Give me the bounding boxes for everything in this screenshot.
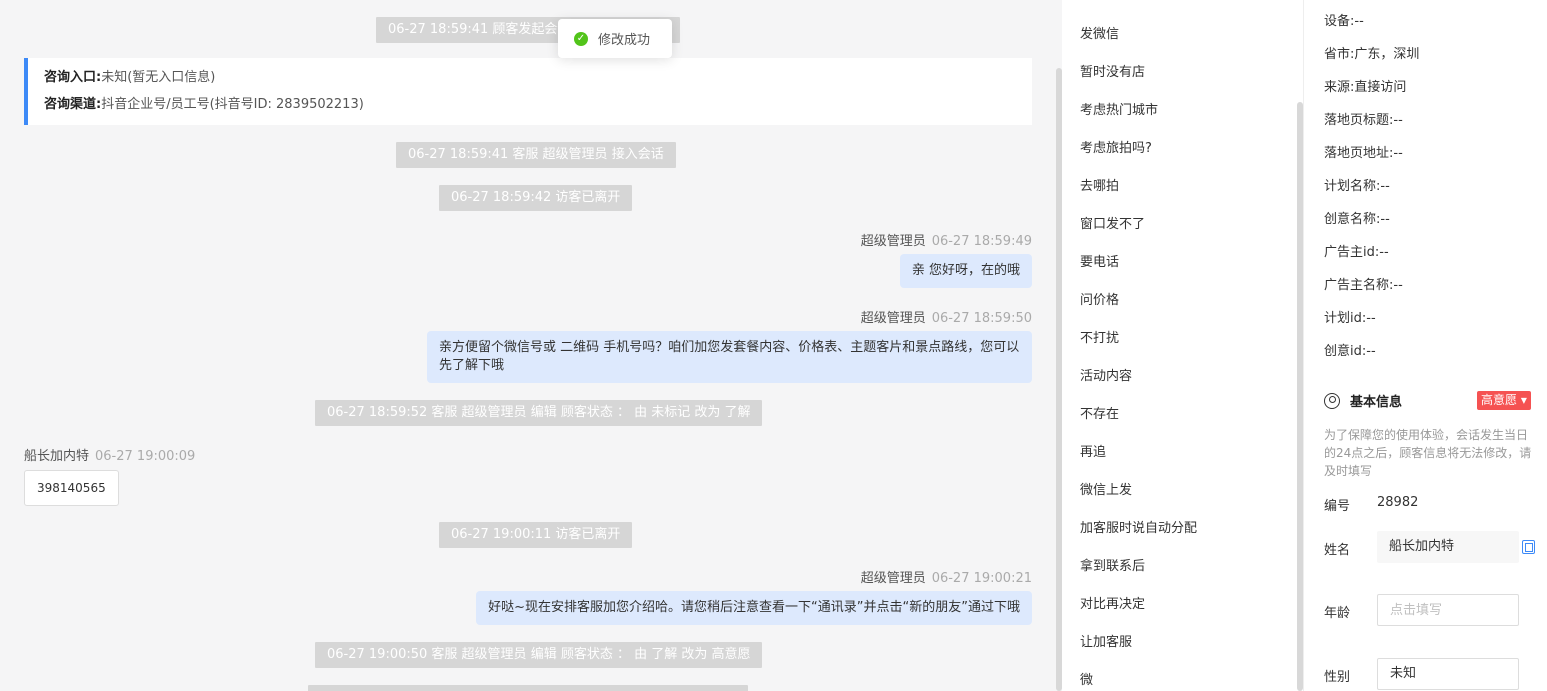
check-circle-icon: ✓	[574, 31, 588, 46]
info-value: --	[1393, 146, 1403, 161]
info-value: --	[1393, 278, 1403, 293]
quick-reply-item[interactable]: 不打扰	[1080, 327, 1119, 346]
quick-reply-item[interactable]: 加客服时说自动分配	[1080, 517, 1197, 536]
info-key: 落地页地址:	[1324, 146, 1394, 161]
sender-name: 超级管理员	[860, 234, 926, 249]
quick-reply-item[interactable]: 发微信	[1080, 23, 1119, 42]
info-row-landing-title: 落地页标题:--	[1324, 109, 1403, 128]
info-value: 广东，深圳	[1354, 47, 1420, 62]
info-value: --	[1366, 311, 1376, 326]
copy-icon[interactable]	[1522, 540, 1535, 554]
info-key: 来源:	[1324, 80, 1355, 95]
quick-reply-item[interactable]: 对比再决定	[1080, 593, 1145, 612]
system-message: 06-27 18:59:41 客服 超级管理员 接入会话	[396, 142, 676, 168]
quick-reply-item[interactable]: 考虑热门城市	[1080, 99, 1158, 118]
quick-reply-item[interactable]: 让加客服	[1080, 631, 1132, 650]
info-key: 创意id:	[1324, 344, 1367, 359]
message-meta: 超级管理员 06-27 18:59:49	[861, 230, 1032, 249]
info-value: 直接访问	[1354, 80, 1407, 95]
info-row-landing-url: 落地页地址:--	[1324, 142, 1403, 161]
system-message: 06-27 18:59:52 客服 超级管理员 编辑 顾客状态 ： 由 未标记 …	[315, 400, 763, 426]
message-meta: 超级管理员 06-27 19:00:21	[861, 567, 1032, 586]
basic-info-header: 基本信息	[1324, 391, 1402, 410]
info-value: --	[1366, 344, 1376, 359]
info-key: 广告主名称:	[1324, 278, 1394, 293]
quick-reply-item[interactable]: 再追	[1080, 441, 1106, 460]
quick-reply-item[interactable]: 活动内容	[1080, 365, 1132, 384]
quick-reply-item[interactable]: 问价格	[1080, 289, 1119, 308]
consult-entry-card: 咨询入口:未知(暂无入口信息) 咨询渠道:抖音企业号/员工号(抖音号ID: 28…	[24, 58, 1032, 125]
info-row-source: 来源:直接访问	[1324, 76, 1406, 95]
message-time: 06-27 19:00:09	[95, 449, 196, 464]
system-message-partial	[308, 685, 748, 691]
quick-reply-item[interactable]: 要电话	[1080, 251, 1119, 270]
info-key: 创意名称:	[1324, 212, 1381, 227]
agent-message-bubble: 好哒~现在安排客服加您介绍哈。请您稍后注意查看一下“通讯录”并点击“新的朋友”通…	[476, 591, 1032, 625]
system-message: 06-27 19:00:50 客服 超级管理员 编辑 顾客状态 ： 由 了解 改…	[315, 642, 763, 668]
message-meta: 超级管理员 06-27 18:59:50	[861, 307, 1032, 326]
id-value: 28982	[1377, 495, 1419, 510]
channel-value: 抖音企业号/员工号(抖音号ID: 2839502213)	[101, 97, 364, 112]
message-time: 06-27 19:00:21	[931, 571, 1032, 586]
info-row-advertiser-name: 广告主名称:--	[1324, 274, 1403, 293]
sender-name: 超级管理员	[860, 571, 926, 586]
info-key: 计划id:	[1324, 311, 1367, 326]
info-key: 落地页标题:	[1324, 113, 1394, 128]
info-row-advertiser-id: 广告主id:--	[1324, 241, 1389, 260]
id-label: 编号	[1324, 499, 1351, 514]
quick-reply-item[interactable]: 考虑旅拍吗?	[1080, 137, 1152, 156]
agent-message-bubble: 亲 您好呀，在的哦	[899, 254, 1032, 288]
info-value: --	[1380, 212, 1390, 227]
system-message: 06-27 19:00:11 访客已离开	[439, 522, 633, 548]
quick-reply-item[interactable]: 微	[1080, 669, 1093, 688]
intent-status-dropdown[interactable]: 高意愿 ▾	[1477, 391, 1531, 410]
info-row-creative-name: 创意名称:--	[1324, 208, 1390, 227]
quick-reply-item[interactable]: 不存在	[1080, 403, 1119, 422]
info-key: 设备:	[1324, 14, 1355, 29]
visitor-info-panel: 设备:-- 省市:广东，深圳 来源:直接访问 落地页标题:-- 落地页地址:--…	[1304, 0, 1547, 691]
section-title: 基本信息	[1350, 395, 1403, 410]
visitor-message-bubble: 398140565	[24, 470, 119, 506]
message-time: 06-27 18:59:50	[931, 311, 1032, 326]
gender-select[interactable]: 未知	[1377, 658, 1519, 690]
quick-reply-item[interactable]: 拿到联系后	[1080, 555, 1145, 574]
info-key: 省市:	[1324, 47, 1355, 62]
quick-reply-item[interactable]: 微信上发	[1080, 479, 1132, 498]
entry-label: 咨询入口:	[44, 70, 102, 85]
info-value: --	[1380, 179, 1390, 194]
name-label: 姓名	[1324, 543, 1351, 558]
message-time: 06-27 18:59:49	[931, 234, 1032, 249]
info-row-device: 设备:--	[1324, 10, 1364, 29]
info-value: --	[1393, 113, 1403, 128]
toast-text: 修改成功	[598, 33, 651, 48]
info-row-region: 省市:广东，深圳	[1324, 43, 1419, 62]
info-value: --	[1379, 245, 1389, 260]
sender-name: 超级管理员	[860, 311, 926, 326]
info-key: 计划名称:	[1324, 179, 1381, 194]
user-circle-icon	[1324, 392, 1340, 409]
age-input[interactable]	[1377, 594, 1519, 626]
edit-notice: 为了保障您的使用体验，会话发生当日的24点之后，顾客信息将无法修改，请及时填写	[1324, 428, 1532, 478]
info-row-plan-name: 计划名称:--	[1324, 175, 1390, 194]
quick-reply-item[interactable]: 去哪拍	[1080, 175, 1119, 194]
quick-reply-scrollbar[interactable]	[1297, 102, 1303, 691]
entry-value: 未知(暂无入口信息)	[101, 70, 216, 85]
agent-message-bubble: 亲方便留个微信号或 二维码 手机号吗？咱们加您发套餐内容、价格表、主题客片和景点…	[427, 331, 1032, 383]
quick-reply-panel: 发微信 暂时没有店 考虑热门城市 考虑旅拍吗? 去哪拍 窗口发不了 要电话 问价…	[1062, 0, 1304, 691]
info-row-plan-id: 计划id:--	[1324, 307, 1376, 326]
message-meta: 船长加内特 06-27 19:00:09	[24, 445, 195, 464]
success-toast: ✓ 修改成功	[558, 19, 672, 58]
chat-panel: 06-27 18:59:41 顾客发起会话 咨询入口:未知(暂无入口信息) 咨询…	[0, 0, 1062, 691]
channel-label: 咨询渠道:	[44, 97, 102, 112]
info-value: --	[1354, 14, 1364, 29]
gender-label: 性别	[1324, 670, 1351, 685]
age-label: 年龄	[1324, 606, 1351, 621]
info-row-creative-id: 创意id:--	[1324, 340, 1376, 359]
quick-reply-item[interactable]: 暂时没有店	[1080, 61, 1145, 80]
info-key: 广告主id:	[1324, 245, 1380, 260]
system-message: 06-27 18:59:42 访客已离开	[439, 185, 633, 211]
sender-name: 船长加内特	[24, 449, 90, 464]
name-field[interactable]: 船长加内特	[1377, 531, 1519, 563]
quick-reply-item[interactable]: 窗口发不了	[1080, 213, 1145, 232]
